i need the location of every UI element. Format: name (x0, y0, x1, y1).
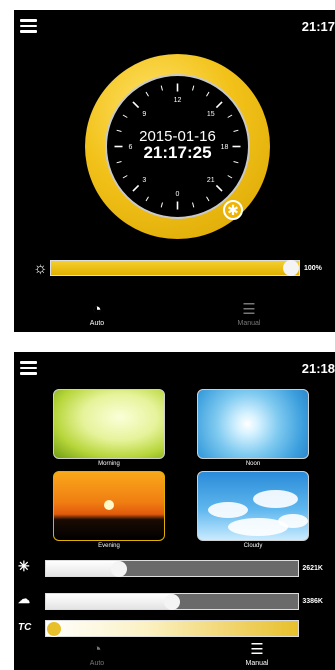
manual-screen: 21:18 Morning Noon Evening Cloudy ✳ 2621… (14, 352, 335, 670)
scene-evening[interactable] (53, 471, 165, 541)
menu-icon[interactable] (20, 361, 37, 375)
tab-manual[interactable]: ☰ Manual (224, 301, 274, 328)
dial-tick (206, 196, 210, 202)
dial-tick (145, 91, 149, 97)
dial-face: 12 15 18 21 0 3 6 9 2015-01-16 21:17:25 (105, 74, 250, 219)
dial-tick (215, 184, 223, 192)
sun-icon: ✳ (18, 558, 30, 574)
brightness-slider-fill (51, 261, 299, 275)
menu-icon[interactable] (20, 19, 37, 33)
dial-tick (132, 184, 140, 192)
dial-tick (145, 196, 149, 202)
dial-tick (192, 202, 195, 208)
scene-morning-label: Morning (98, 461, 120, 467)
status-time: 21:18 (301, 361, 335, 376)
dial-tick (206, 91, 210, 97)
time-dial[interactable]: 12 15 18 21 0 3 6 9 2015-01-16 21:17:25 ✱ (85, 54, 270, 239)
cloud-icon: ☁ (18, 592, 30, 606)
dial-hour-label: 12 (174, 97, 182, 104)
tab-manual[interactable]: ☰ Manual (232, 641, 282, 668)
brightness-value: 100% (304, 265, 322, 272)
color-temp-slider-fill (46, 561, 119, 576)
tc-icon: TC (18, 622, 32, 633)
dial-tick (192, 85, 195, 91)
brightness-slider-thumb[interactable] (283, 260, 299, 276)
brightness-slider[interactable] (50, 260, 300, 276)
tab-manual-label: Manual (245, 660, 269, 667)
dial-hour-label: 21 (207, 177, 215, 184)
scene-noon-label: Noon (245, 461, 261, 467)
tab-auto[interactable]: ◔ Auto (72, 641, 122, 668)
color-temp-value: 2621K (302, 565, 323, 572)
clock-icon: ◔ (92, 301, 102, 318)
cloud-temp-slider[interactable] (45, 593, 299, 610)
cloud-temp-slider-thumb[interactable] (164, 593, 180, 610)
color-temp-slider[interactable] (45, 560, 299, 577)
dial-tick (160, 85, 163, 91)
scene-cloudy[interactable] (197, 471, 309, 541)
dial-hour-label: 3 (142, 177, 146, 184)
list-icon: ☰ (242, 301, 256, 318)
dial-hour-label: 0 (176, 191, 180, 198)
color-temp-slider-thumb[interactable] (111, 560, 127, 577)
tc-slider[interactable] (45, 620, 299, 637)
tab-auto-label: Auto (89, 320, 105, 327)
cloud-temp-slider-fill (46, 594, 172, 609)
dial-tick (160, 202, 163, 208)
scene-cloudy-label: Cloudy (243, 543, 263, 549)
dial-tick (215, 101, 223, 109)
dial-tick (122, 175, 128, 179)
dial-handle-sun-icon[interactable]: ✱ (223, 200, 243, 220)
dial-tick (132, 101, 140, 109)
list-icon: ☰ (250, 641, 264, 658)
status-time: 21:17 (301, 19, 335, 34)
clock-icon: ◔ (92, 641, 102, 658)
scene-noon[interactable] (197, 389, 309, 459)
dial-tick (227, 114, 233, 118)
dial-tick (227, 175, 233, 179)
tab-manual-label: Manual (237, 320, 261, 327)
brightness-icon: ☼ (33, 260, 48, 277)
dial-hour-label: 9 (142, 111, 146, 118)
auto-screen: 21:17 12 15 18 21 0 3 6 9 2015-01-16 21:17:25 ✱… (14, 10, 335, 332)
tc-slider-thumb[interactable] (46, 620, 62, 637)
dial-tick (122, 114, 128, 118)
scene-morning[interactable] (53, 389, 165, 459)
tab-auto-label: Auto (89, 660, 105, 667)
dial-time: 21:17:25 (143, 143, 212, 162)
tab-auto[interactable]: ◔ Auto (72, 301, 122, 328)
dial-hour-label: 15 (207, 111, 215, 118)
cloud-temp-value: 3386K (302, 598, 323, 605)
scene-evening-label: Evening (98, 543, 120, 549)
